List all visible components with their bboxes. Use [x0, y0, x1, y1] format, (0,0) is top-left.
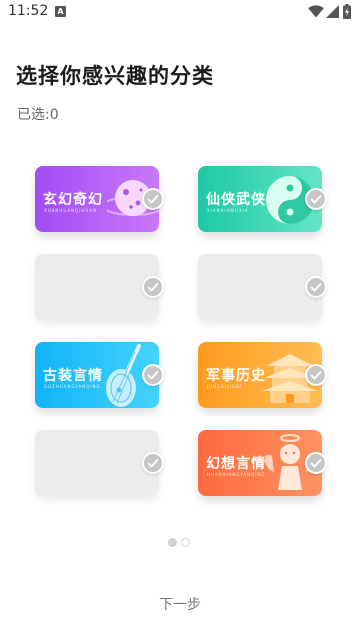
battery-icon: [343, 4, 351, 19]
category-card-placeholder: [35, 430, 159, 496]
category-pinyin: HUANXIANGYANQING: [207, 472, 266, 477]
category-pinyin: GUZHUANGYANQING: [44, 384, 101, 389]
category-label: 古装言情: [43, 368, 103, 384]
check-icon[interactable]: [142, 276, 164, 298]
page-title: 选择你感兴趣的分类: [16, 64, 214, 88]
category-label: 仙侠武侠: [206, 192, 266, 208]
signal-icon: [326, 5, 339, 18]
category-pinyin: XIANXIAWUXIA: [207, 208, 249, 213]
status-bar: 11:52 A: [0, 0, 360, 24]
check-icon[interactable]: [142, 188, 164, 210]
page-dot-active[interactable]: [168, 538, 177, 547]
category-label: 军事历史: [206, 368, 266, 384]
page-dot-inactive[interactable]: [181, 538, 190, 547]
wifi-icon: [308, 5, 324, 18]
category-card-huanxiang[interactable]: 幻想言情 HUANXIANGYANQING: [198, 430, 322, 496]
page-indicator: [168, 538, 194, 548]
selected-count: 已选:0: [17, 107, 59, 123]
check-icon[interactable]: [142, 452, 164, 474]
category-card-xuanhuan[interactable]: 玄幻奇幻 XUANHUANQIHUAN: [35, 166, 159, 232]
check-icon[interactable]: [305, 452, 327, 474]
category-card-placeholder: [35, 254, 159, 320]
category-card-placeholder: [198, 254, 322, 320]
category-pinyin: XUANHUANQIHUAN: [44, 208, 98, 213]
category-label: 幻想言情: [206, 456, 266, 472]
next-step-button[interactable]: 下一步: [130, 592, 230, 618]
check-icon[interactable]: [305, 276, 327, 298]
category-card-junshi[interactable]: 军事历史 JUNSHILISHI: [198, 342, 322, 408]
category-card-xianxia[interactable]: 仙侠武侠 XIANXIAWUXIA: [198, 166, 322, 232]
status-time: 11:52: [8, 3, 49, 19]
category-card-guzhuang[interactable]: 古装言情 GUZHUANGYANQING: [35, 342, 159, 408]
check-icon[interactable]: [142, 364, 164, 386]
category-label: 玄幻奇幻: [43, 192, 103, 208]
check-icon[interactable]: [305, 188, 327, 210]
category-pinyin: JUNSHILISHI: [207, 384, 242, 389]
check-icon[interactable]: [305, 364, 327, 386]
notification-icon: A: [55, 6, 66, 17]
